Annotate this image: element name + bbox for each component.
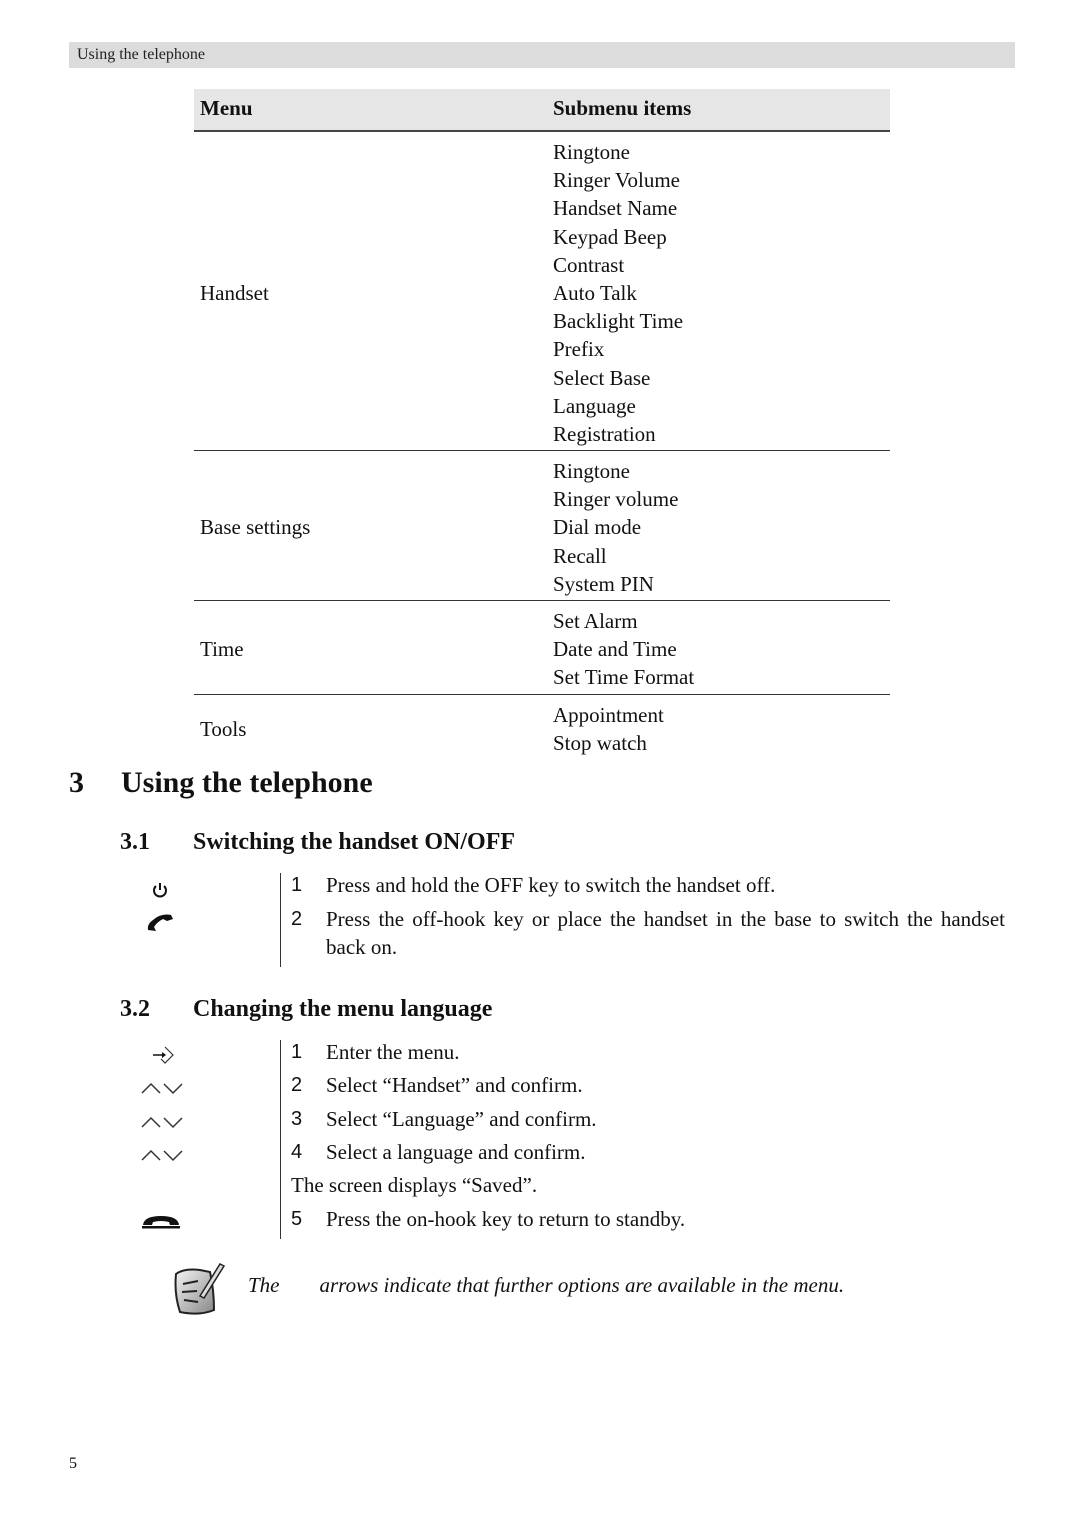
table-row: Base settings Ringtone Ringer volume Dial m…: [194, 450, 890, 601]
up-down-arrows-icon: [141, 1149, 183, 1162]
step-divider: [280, 1040, 281, 1239]
submenu-item: Set Alarm: [553, 609, 638, 633]
menu-cell: Time: [194, 600, 547, 695]
section-3-heading: 3 Using the telephone: [69, 766, 373, 799]
note-icon: [174, 1263, 226, 1315]
submenu-item: Auto Talk: [553, 280, 637, 305]
up-down-arrows-icon: [141, 1082, 183, 1095]
on-hook-icon: [142, 1216, 180, 1229]
menu-enter-icon: [153, 1046, 174, 1064]
submenu-item: Ringtone: [553, 140, 630, 164]
submenu-item: Set Time Format: [553, 665, 695, 690]
submenu-item: Backlight Time: [553, 309, 684, 334]
running-title: Using the telephone: [77, 46, 205, 63]
submenu-item: Handset Name: [553, 196, 678, 221]
submenu-item: Keypad Beep: [553, 224, 667, 249]
submenu-item: Ringer Volume: [553, 168, 680, 193]
menu-cell: Base settings: [194, 450, 547, 601]
table-row: Tools Appointment Stop watch: [194, 693, 890, 759]
table-row: Time Set Alarm Date and Time Set Time Forma…: [194, 600, 890, 695]
step-divider: [280, 873, 281, 967]
up-down-arrows-icon: [141, 1116, 183, 1129]
info-text: The screen displays “Saved”.: [291, 1173, 538, 1197]
submenu-item: Stop watch: [553, 730, 647, 755]
submenu-item: Recall: [553, 543, 607, 568]
page-number: 5: [69, 1455, 77, 1472]
note-text: The arrows indicate that further options …: [248, 1273, 845, 1297]
column-header-menu: Menu: [194, 89, 547, 132]
submenu-item: Registration: [553, 421, 656, 446]
power-icon: [153, 883, 167, 898]
submenu-item: Language: [553, 393, 636, 418]
submenu-item: Select Base: [553, 365, 651, 390]
section-3-2-heading: 3.2 Changing the menu language: [120, 996, 493, 1022]
submenu-item: Dial mode: [553, 515, 642, 540]
table-row: Handset Ringtone Ringer Volume Handset Name…: [194, 131, 890, 451]
submenu-cell: Set Alarm Date and Time Set Time Format: [547, 600, 890, 695]
submenu-item: Ringer volume: [553, 487, 679, 512]
submenu-item: System PIN: [553, 571, 654, 596]
submenu-item: Ringtone: [553, 459, 630, 484]
submenu-item: Prefix: [553, 337, 605, 362]
submenu-item: Contrast: [553, 252, 625, 277]
running-header: Using the telephone: [69, 42, 1015, 68]
submenu-item: Date and Time: [553, 637, 677, 662]
section-3-1-heading: 3.1 Switching the handset ON/OFF: [120, 829, 516, 855]
submenu-cell: Ringtone Ringer Volume Handset Name Keypad …: [547, 131, 890, 451]
menu-cell: Tools: [194, 693, 547, 759]
submenu-cell: Ringtone Ringer volume Dial mode Recall Syst…: [547, 450, 890, 601]
menu-table: Menu Submenu items Handset Ringtone Ringer…: [194, 89, 890, 759]
column-header-submenu: Submenu items: [547, 89, 890, 132]
off-hook-icon: [147, 914, 173, 931]
menu-cell: Handset: [200, 280, 269, 305]
submenu-item: Appointment: [553, 702, 664, 727]
submenu-cell: Appointment Stop watch: [547, 693, 890, 759]
